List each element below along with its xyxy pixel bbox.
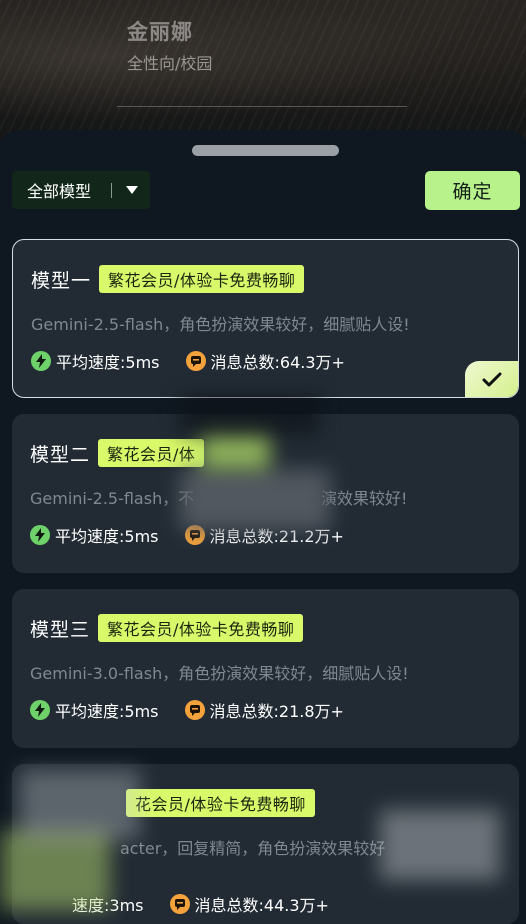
message-icon: [185, 351, 206, 371]
model-description: Gemini-3.0-flash，角色扮演效果较好，细腻贴人设!: [30, 664, 409, 683]
speed-value: 平均速度:5ms: [56, 353, 160, 372]
message-stat: 消息总数:44.3万+: [169, 892, 329, 916]
character-name: 金丽娜: [127, 20, 193, 44]
card-header: 模型一 繁花会员/体验卡免费畅聊: [31, 265, 305, 293]
speed-stat: 平均速度:5ms: [30, 698, 159, 722]
message-icon: [184, 700, 205, 720]
character-header: 金丽娜 全性向/校园: [0, 0, 526, 140]
speed-value: 平均速度:5ms: [55, 527, 159, 546]
filter-divider: [111, 183, 112, 198]
card-header: 模型三 繁花会员/体验卡免费畅聊: [30, 614, 304, 642]
message-count: 消息总数:44.3万+: [194, 896, 329, 915]
model-stats: 平均速度:5ms 消息总数:64.3万+: [31, 349, 345, 373]
model-stats: 速度:3ms 消息总数:44.3万+: [72, 892, 329, 916]
lightning-icon: [31, 351, 51, 371]
message-stat: 消息总数:64.3万+: [185, 349, 345, 373]
lightning-icon: [30, 525, 50, 545]
model-title: 模型三: [30, 618, 91, 641]
card-header: 花会员/体验卡免费畅聊: [126, 789, 315, 817]
model-card-3[interactable]: 模型三 繁花会员/体验卡免费畅聊 Gemini-3.0-flash，角色扮演效果…: [12, 589, 519, 748]
model-description-tail: 演效果较好!: [321, 489, 408, 508]
message-stat: 消息总数:21.8万+: [184, 698, 344, 722]
model-description: Gemini-2.5-flash，角色扮演效果较好，细腻贴人设!: [31, 315, 410, 334]
vip-badge: 花会员/体验卡免费畅聊: [126, 789, 315, 817]
model-title: 模型一: [31, 269, 92, 292]
speed-stat: 速度:3ms: [72, 892, 144, 916]
message-count: 消息总数:21.8万+: [209, 702, 344, 721]
vip-badge: 繁花会员/体验卡免费畅聊: [99, 265, 305, 293]
divider: [117, 106, 407, 107]
character-tags: 全性向/校园: [127, 54, 213, 73]
model-description: Gemini-2.5-flash，不: [30, 489, 195, 508]
message-count: 消息总数:64.3万+: [210, 353, 345, 372]
selected-check-icon: [465, 361, 518, 397]
filter-label: 全部模型: [27, 182, 92, 201]
message-icon: [169, 894, 190, 914]
message-stat: 消息总数:21.2万+: [184, 523, 344, 547]
speed-stat: 平均速度:5ms: [31, 349, 160, 373]
model-description: acter，回复精简，角色扮演效果较好: [120, 839, 386, 858]
speed-value: 速度:3ms: [72, 896, 144, 915]
lightning-icon: [30, 700, 50, 720]
vip-badge: 繁花会员/体: [98, 439, 205, 467]
model-card-4[interactable]: 花会员/体验卡免费畅聊 acter，回复精简，角色扮演效果较好 速度:3ms 消…: [12, 764, 519, 924]
model-stats: 平均速度:5ms 消息总数:21.8万+: [30, 698, 344, 722]
model-picker-sheet: 全部模型 确定 模型一 繁花会员/体验卡免费畅聊 Gemini-2.5-flas…: [0, 130, 526, 924]
model-card-1[interactable]: 模型一 繁花会员/体验卡免费畅聊 Gemini-2.5-flash，角色扮演效果…: [12, 239, 519, 398]
model-card-2[interactable]: 模型二 繁花会员/体 Gemini-2.5-flash，不 演效果较好! 平均速…: [12, 414, 519, 573]
confirm-button[interactable]: 确定: [425, 171, 520, 210]
vip-badge: 繁花会员/体验卡免费畅聊: [98, 614, 304, 642]
card-header: 模型二 繁花会员/体: [30, 439, 205, 467]
drag-handle[interactable]: [192, 145, 339, 156]
message-icon: [184, 525, 205, 545]
speed-stat: 平均速度:5ms: [30, 523, 159, 547]
speed-value: 平均速度:5ms: [55, 702, 159, 721]
chevron-down-icon: [126, 186, 138, 194]
model-filter-dropdown[interactable]: 全部模型: [12, 171, 150, 209]
message-count: 消息总数:21.2万+: [209, 527, 344, 546]
model-title: 模型二: [30, 443, 91, 466]
model-stats: 平均速度:5ms 消息总数:21.2万+: [30, 523, 344, 547]
